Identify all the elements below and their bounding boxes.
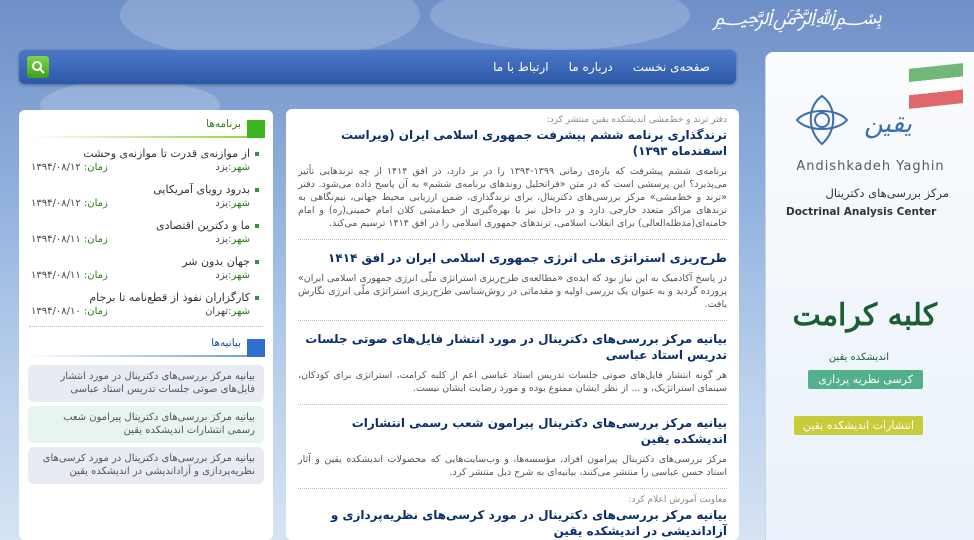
program-date: ۱۳۹۴/۰۸/۱۲ <box>31 198 81 209</box>
article-summary: در پاسخ آکادمیک به این نیاز بود که ایده‌… <box>298 272 727 321</box>
program-date: ۱۳۹۴/۰۸/۱۱ <box>31 270 81 281</box>
city-label: شهر: <box>228 198 250 209</box>
time-label: زمان: <box>83 162 108 173</box>
program-city: یزد <box>215 234 229 245</box>
main-nav: صفحه‌ی نخست درباره ما ارتباط با ما <box>493 60 710 74</box>
article-title[interactable]: طرح‌ریزی استراتژی ملی انرژی جمهوری اسلام… <box>298 250 727 266</box>
city-label: شهر: <box>228 234 250 245</box>
article-kicker: دفتر ترند و خط‌مشی اندیشکده یقین منتشر ک… <box>546 115 727 125</box>
time-label: زمان: <box>83 234 108 245</box>
sky-cloud <box>430 0 690 50</box>
article-title[interactable]: بیانیه مرکز بررسی‌های دکترینال پیرامون ش… <box>298 415 727 447</box>
program-date: ۱۳۹۴/۰۸/۱۰ <box>31 306 81 317</box>
nav-home[interactable]: صفحه‌ی نخست <box>633 60 710 74</box>
article-summary: برنامه‌ی ششم پیشرفت که بازه‌ی زمانی ۱۳۹۹… <box>298 165 727 240</box>
statement-item[interactable]: بیانیه مرکز بررسی‌های دکترینال در مورد ا… <box>28 365 264 402</box>
section-marker-icon <box>247 120 265 138</box>
article: دفتر ترند و خط‌مشی اندیشکده یقین منتشر ک… <box>286 109 739 240</box>
program-date: ۱۳۹۴/۰۸/۱۱ <box>31 234 81 245</box>
article-summary: مرکز بررسی‌های دکترینال پیرامون افراد، م… <box>298 453 727 489</box>
program-city: تهران <box>205 306 229 317</box>
article-summary: هر گونه انتشار فایل‌های صوتی جلسات تدریس… <box>298 369 727 405</box>
program-city: یزد <box>215 270 229 281</box>
nav-about[interactable]: درباره ما <box>569 60 613 74</box>
brand-panel: یقین Andishkadeh Yaghin مرکز بررسی‌های د… <box>765 52 974 540</box>
article: طرح‌ریزی استراتژی ملی انرژی جمهوری اسلام… <box>286 250 739 321</box>
section-divider <box>29 136 247 138</box>
program-title[interactable]: بدرود رویای آمریکایی <box>153 182 250 197</box>
article: بیانیه مرکز بررسی‌های دکترینال در مورد ا… <box>286 331 739 405</box>
program-city: یزد <box>215 198 229 209</box>
program-city: یزد <box>215 162 229 173</box>
program-title[interactable]: جهان بدون شر <box>182 254 250 269</box>
publications-link-button[interactable]: انتشارات اندیشکده یقین <box>793 416 923 435</box>
city-label: شهر: <box>228 306 250 317</box>
city-label: شهر: <box>228 162 250 173</box>
bullet-icon <box>255 223 259 228</box>
center-name-fa: مرکز بررسی‌های دکترینال <box>825 186 949 200</box>
bullet-icon <box>255 151 259 156</box>
programs-header: برنامه‌ها <box>29 118 265 140</box>
program-item[interactable]: از موازنه‌ی قدرت تا موازنه‌ی وحشت شهر:یز… <box>31 146 259 175</box>
time-label: زمان: <box>83 198 108 209</box>
statement-item[interactable]: بیانیه مرکز بررسی‌های دکترینال در مورد ک… <box>28 447 264 484</box>
program-item[interactable]: کارگزاران نفوذ از قطع‌نامه تا برجام شهر:… <box>31 290 259 319</box>
article-title[interactable]: بیانیه مرکز بررسی‌های دکترینال در مورد ا… <box>298 331 727 363</box>
program-item[interactable]: بدرود رویای آمریکایی شهر:یزد زمان: ۱۳۹۴/… <box>31 182 259 211</box>
program-date: ۱۳۹۴/۰۸/۱۲ <box>31 162 81 173</box>
time-label: زمان: <box>83 306 108 317</box>
karamat-logo-subtitle: اندیشکده یقین <box>828 352 889 363</box>
search-button[interactable] <box>27 56 49 78</box>
program-title[interactable]: کارگزاران نفوذ از قطع‌نامه تا برجام <box>89 290 250 305</box>
article-title[interactable]: بیانیه مرکز بررسی‌های دکترینال در مورد ک… <box>298 507 727 539</box>
nav-contact[interactable]: ارتباط با ما <box>493 60 549 74</box>
bullet-icon <box>255 259 259 264</box>
top-nav-bar: صفحه‌ی نخست درباره ما ارتباط با ما <box>19 50 736 84</box>
left-sidebar: برنامه‌ها از موازنه‌ی قدرت تا موازنه‌ی و… <box>19 110 273 540</box>
statements-title[interactable]: بیانیه‌ها <box>211 337 241 349</box>
section-marker-icon <box>247 339 265 357</box>
program-title[interactable]: از موازنه‌ی قدرت تا موازنه‌ی وحشت <box>83 146 250 161</box>
yaghin-emblem-icon: یقین <box>795 94 912 146</box>
programs-title[interactable]: برنامه‌ها <box>206 118 241 130</box>
program-item[interactable]: جهان بدون شر شهر:یزد زمان: ۱۳۹۴/۰۸/۱۱ <box>31 254 259 283</box>
article-title[interactable]: ترندگذاری برنامه ششم پیشرفت جمهوری اسلام… <box>298 127 727 159</box>
svg-text:یقین: یقین <box>864 109 912 139</box>
bullet-icon <box>255 187 259 192</box>
statements-list: بیانیه مرکز بررسی‌های دکترینال در مورد ا… <box>19 365 273 484</box>
course-link-button[interactable]: کرسی نظریه پردازی <box>808 370 923 389</box>
city-label: شهر: <box>228 270 250 281</box>
article: معاونت آموزش اعلام کرد: بیانیه مرکز بررس… <box>286 489 739 539</box>
program-item[interactable]: ما و دکترین اقتصادی شهر:یزد زمان: ۱۳۹۴/۰… <box>31 218 259 247</box>
programs-list: از موازنه‌ی قدرت تا موازنه‌ی وحشت شهر:یز… <box>19 140 273 319</box>
bullet-icon <box>255 295 259 300</box>
statements-header: بیانیه‌ها <box>29 337 265 359</box>
article-kicker: معاونت آموزش اعلام کرد: <box>628 495 727 505</box>
brand-latin-name: Andishkadeh Yaghin <box>796 159 945 174</box>
karamat-logo-title[interactable]: کلبه کرامت <box>793 298 938 333</box>
statement-item[interactable]: بیانیه مرکز بررسی‌های دکترینال پیرامون ش… <box>28 406 264 443</box>
section-divider <box>29 355 247 357</box>
calligraphy-logo: ﷽ <box>713 5 882 30</box>
news-column: دفتر ترند و خط‌مشی اندیشکده یقین منتشر ک… <box>286 109 739 540</box>
article: بیانیه مرکز بررسی‌های دکترینال پیرامون ش… <box>286 415 739 489</box>
program-title[interactable]: ما و دکترین اقتصادی <box>156 218 250 233</box>
divider <box>29 326 263 327</box>
search-icon <box>32 61 45 74</box>
center-name-en: Doctrinal Analysis Center <box>786 206 937 218</box>
time-label: زمان: <box>83 270 108 281</box>
